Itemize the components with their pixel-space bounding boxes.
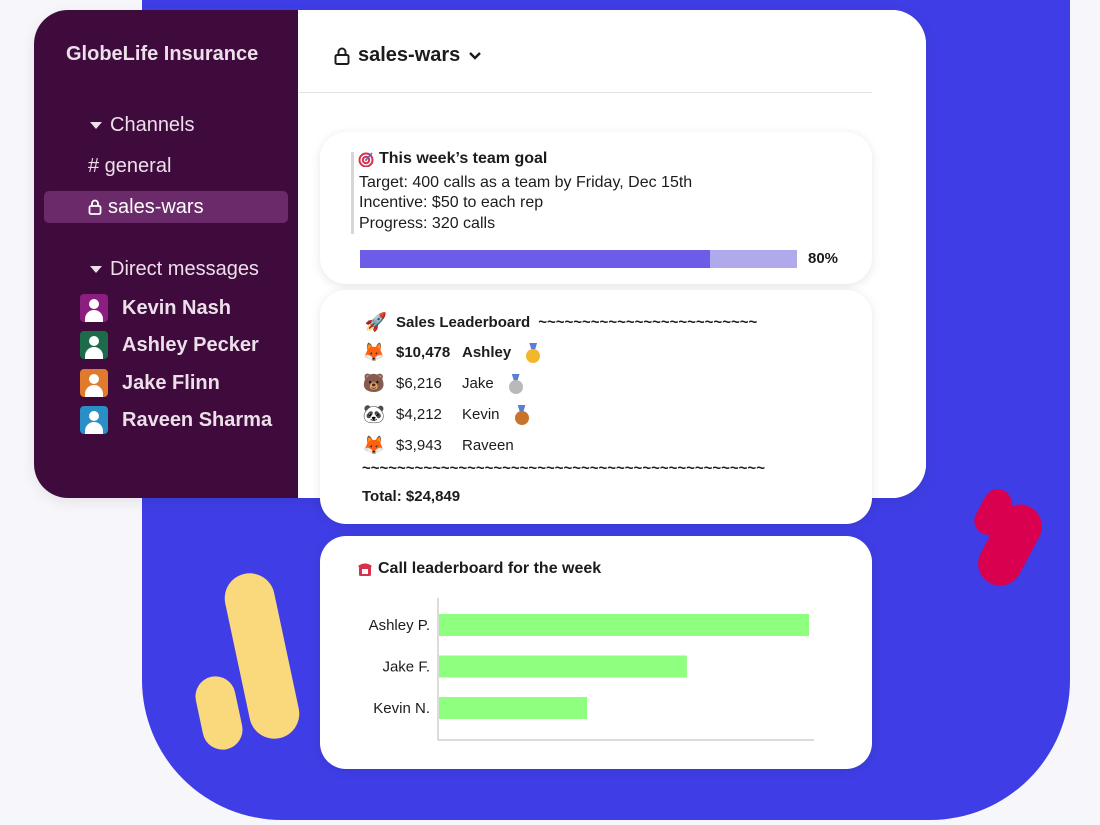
header-divider	[298, 92, 872, 93]
target-icon	[358, 152, 374, 167]
row-amount: $6,216	[396, 375, 442, 392]
dm-name: Raveen Sharma	[122, 408, 273, 431]
lock-icon	[88, 199, 102, 215]
chart-bar	[439, 614, 809, 636]
dm-item-raveen-sharma[interactable]: Raveen Sharma	[80, 406, 272, 434]
goal-title: This week’s team goal	[358, 150, 547, 168]
dm-section-label: Direct messages	[110, 258, 259, 280]
silver-medal-icon	[508, 373, 524, 394]
progress-bar-fill	[360, 250, 710, 268]
avatar	[80, 331, 108, 359]
chart-bar	[439, 697, 587, 719]
channel-title: sales-wars	[358, 44, 461, 66]
avatar	[80, 294, 108, 322]
caret-down-icon	[90, 266, 102, 273]
chart-category-label: Ashley P.	[369, 617, 430, 634]
dm-name: Jake Flinn	[122, 371, 220, 394]
leaderboard-title-tilde: ~~~~~~~~~~~~~~~~~~~~~~~~~	[538, 314, 758, 331]
leaderboard-row: 🦊 $10,478 Ashley	[362, 342, 541, 363]
call-bar-chart: Ashley P. Jake F. Kevin N.	[369, 598, 814, 741]
rocket-icon: 🚀	[364, 312, 388, 332]
row-name: Ashley	[462, 344, 512, 361]
quote-bar	[351, 152, 354, 234]
progress-bar	[360, 250, 797, 268]
chart-category-label: Jake F.	[382, 659, 430, 676]
leaderboard-row: 🦊 $3,943 Raveen	[362, 435, 514, 456]
avatar	[80, 406, 108, 434]
dm-name: Ashley Pecker	[122, 333, 259, 356]
row-name: Kevin	[462, 406, 500, 423]
sales-leaderboard-card: 🚀 Sales Leaderboard ~~~~~~~~~~~~~~~~~~~~…	[320, 290, 872, 524]
sidebar: GlobeLife Insurance Channels # general s…	[34, 10, 298, 498]
goal-incentive: Incentive: $50 to each rep	[359, 194, 544, 211]
row-amount: $3,943	[396, 437, 442, 454]
leaderboard-title: 🚀 Sales Leaderboard ~~~~~~~~~~~~~~~~~~~~…	[364, 312, 757, 333]
sidebar-item-sales-wars[interactable]: sales-wars	[44, 191, 288, 223]
lock-icon	[334, 47, 350, 65]
leaderboard-row: 🐼 $4,212 Kevin	[362, 404, 530, 425]
goal-target: Target: 400 calls as a team by Friday, D…	[359, 174, 693, 191]
goal-progress: Progress: 320 calls	[359, 215, 496, 232]
sidebar-item-label: sales-wars	[108, 195, 204, 218]
fox-icon: 🦊	[362, 342, 386, 362]
channel-header-button[interactable]: sales-wars	[334, 44, 482, 67]
dm-item-kevin-nash[interactable]: Kevin Nash	[80, 294, 231, 322]
row-name: Raveen	[462, 437, 514, 454]
bear-icon: 🐻	[362, 373, 386, 393]
leaderboard-divider: ~~~~~~~~~~~~~~~~~~~~~~~~~~~~~~~~~~~~~~~~…	[362, 460, 765, 477]
chart-bar	[439, 655, 687, 678]
channels-section-label: Channels	[110, 114, 195, 136]
dm-section-toggle[interactable]: Direct messages	[90, 258, 259, 281]
sidebar-item-general[interactable]: # general	[88, 155, 171, 178]
dm-item-ashley-pecker[interactable]: Ashley Pecker	[80, 331, 259, 359]
team-goal-card: This week’s team goal Target: 400 calls …	[320, 132, 872, 284]
row-amount: $4,212	[396, 406, 442, 423]
row-name: Jake	[462, 375, 494, 392]
caret-down-icon	[90, 122, 102, 129]
dm-name: Kevin Nash	[122, 296, 231, 319]
leaderboard-total: Total: $24,849	[362, 488, 461, 505]
progress-percent: 80%	[808, 250, 839, 267]
bronze-medal-icon	[514, 404, 530, 425]
fox-icon: 🦊	[362, 435, 386, 455]
call-leaderboard-card: Call leaderboard for the week Ashley P. J…	[320, 536, 872, 769]
panda-icon: 🐼	[362, 404, 386, 424]
chevron-down-icon	[469, 51, 482, 60]
goal-title-text: This week’s team goal	[379, 150, 548, 167]
chart-category-label: Kevin N.	[373, 700, 430, 717]
dm-item-jake-flinn[interactable]: Jake Flinn	[80, 369, 220, 397]
leaderboard-row: 🐻 $6,216 Jake	[362, 373, 524, 394]
gold-medal-icon	[525, 342, 541, 363]
workspace-name[interactable]: GlobeLife Insurance	[66, 43, 258, 66]
leaderboard-title-text: Sales Leaderboard	[396, 314, 531, 331]
row-amount: $10,478	[396, 344, 451, 361]
channels-section-toggle[interactable]: Channels	[90, 114, 195, 137]
avatar	[80, 369, 108, 397]
